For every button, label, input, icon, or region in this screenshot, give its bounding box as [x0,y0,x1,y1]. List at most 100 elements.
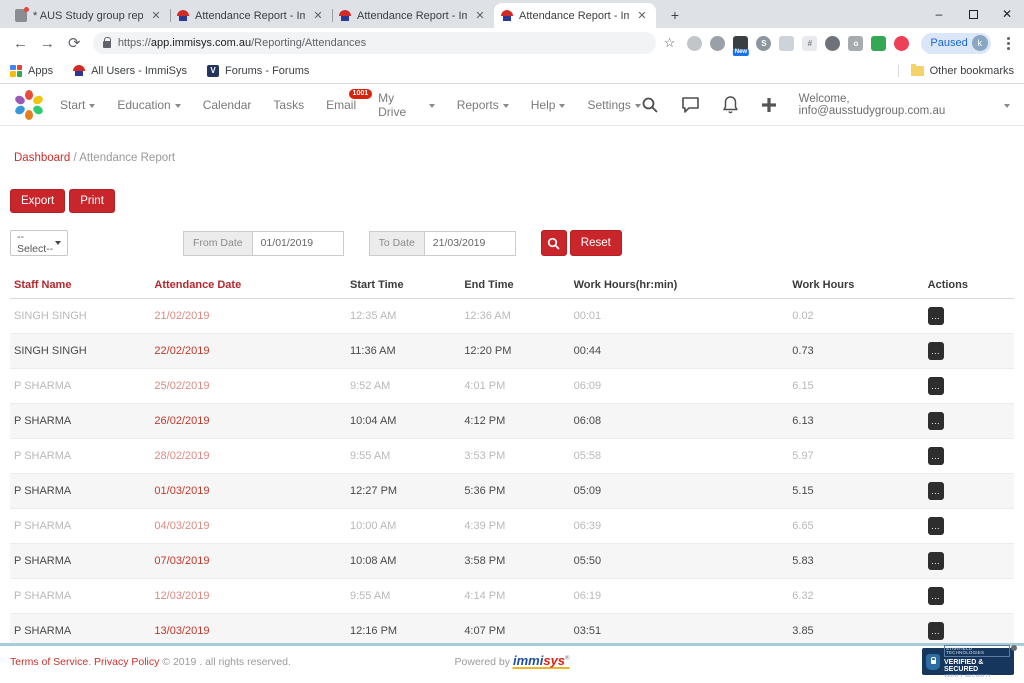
row-actions-button[interactable] [928,377,944,395]
column-header-staff-name[interactable]: Staff Name [10,272,150,299]
bookmark-forums[interactable]: V Forums - Forums [207,65,309,77]
attendance-date-cell[interactable]: 12/03/2019 [150,579,346,614]
gear-extension-icon[interactable] [825,36,840,51]
privacy-link[interactable]: Privacy Policy [94,656,159,668]
chat-icon[interactable] [681,96,700,114]
to-date-input[interactable] [424,231,516,256]
chevron-down-icon [635,104,641,108]
staff-name-cell: SINGH SINGH [10,334,150,369]
bookmark-all-users[interactable]: All Users - ImmiSys [73,65,187,77]
nav-item-start[interactable]: Start [60,98,95,112]
row-actions-button[interactable] [928,307,944,325]
back-button[interactable]: ← [8,30,33,56]
browser-tab-1[interactable]: * AUS Study group reporting tha ✕ [8,3,170,28]
attendance-table: Staff Name Attendance Date Start Time En… [10,272,1014,683]
address-bar[interactable]: https://app.immisys.com.au/Reporting/Att… [93,32,656,54]
nav-item-education[interactable]: Education [117,98,180,112]
row-actions-button[interactable] [928,587,944,605]
grid-extension-icon[interactable]: # [802,36,817,51]
bookmark-apps[interactable]: Apps [10,65,53,77]
row-actions-button[interactable] [928,447,944,465]
forward-button[interactable]: → [35,30,60,56]
browser-menu-icon[interactable] [999,34,1016,52]
tab-close-icon[interactable]: ✕ [635,9,649,23]
attendance-date-cell[interactable]: 28/02/2019 [150,439,346,474]
browser-titlebar: * AUS Study group reporting tha ✕ Attend… [0,0,1024,28]
attendance-date-cell[interactable]: 26/02/2019 [150,404,346,439]
column-header-end-time: End Time [460,272,569,299]
staff-name-cell: P SHARMA [10,439,150,474]
actions-cell [924,369,1014,404]
breadcrumb-dashboard-link[interactable]: Dashboard [14,152,70,164]
badge-verify-text: VERIFY SECURITY [944,674,1010,679]
start-time-cell: 12:27 PM [346,474,460,509]
staff-select-dropdown[interactable]: --Select-- [10,230,68,256]
nav-item-my-drive[interactable]: My Drive [378,91,435,119]
tab-close-icon[interactable]: ✕ [311,9,325,23]
nav-item-tasks[interactable]: Tasks [273,98,304,112]
row-actions-button[interactable] [928,342,944,360]
new-tab-button[interactable]: + [662,4,688,26]
table-row: P SHARMA07/03/201910:08 AM3:58 PM05:505.… [10,544,1014,579]
work-hours-hm-cell: 06:08 [570,404,789,439]
tab-close-icon[interactable]: ✕ [473,9,487,23]
row-actions-button[interactable] [928,517,944,535]
attendance-date-cell[interactable]: 21/02/2019 [150,299,346,334]
work-hours-cell: 6.13 [788,404,923,439]
powered-by-label: Powered by [455,656,510,668]
refresh-button[interactable]: ⟳ [62,30,87,56]
browser-tab-2[interactable]: Attendance Report - ImmiSys ✕ [170,3,332,28]
attendance-date-cell[interactable]: 07/03/2019 [150,544,346,579]
attendance-date-cell[interactable]: 25/02/2019 [150,369,346,404]
document-extension-icon[interactable] [779,36,794,51]
profile-pill[interactable]: Paused k [921,33,990,54]
column-header-attendance-date[interactable]: Attendance Date [150,272,346,299]
row-actions-button[interactable] [928,552,944,570]
export-button[interactable]: Export [10,189,65,213]
print-button[interactable]: Print [69,189,115,213]
nav-item-reports[interactable]: Reports [457,98,509,112]
row-actions-button[interactable] [928,412,944,430]
search-icon[interactable] [641,96,659,114]
page-content: Dashboard / Attendance Report Export Pri… [0,126,1024,683]
start-time-cell: 9:52 AM [346,369,460,404]
row-actions-button[interactable] [928,482,944,500]
tab-close-icon[interactable]: ✕ [149,9,163,23]
search-icon [547,237,560,250]
browser-tab-3[interactable]: Attendance Report - ImmiSys ✕ [332,3,494,28]
verified-secured-badge[interactable]: STARFIELD TECHNOLOGIES VERIFIED & SECURE… [922,648,1014,675]
dark-new-extension-icon[interactable]: New [733,36,748,51]
search-button[interactable] [541,230,567,256]
phone-green-extension-icon[interactable] [871,36,886,51]
table-row: P SHARMA01/03/201912:27 PM5:36 PM05:095.… [10,474,1014,509]
nav-item-calendar[interactable]: Calendar [203,98,252,112]
nav-item-email[interactable]: Email1001 [326,98,356,112]
camera-extension-icon[interactable]: o [848,36,863,51]
nav-item-settings[interactable]: Settings [587,98,640,112]
skype-extension-icon[interactable]: S [756,36,771,51]
attendance-date-cell[interactable]: 01/03/2019 [150,474,346,509]
chevron-down-icon [559,104,565,108]
restore-button[interactable] [956,0,990,28]
sphere-extension-icon[interactable] [687,36,702,51]
site-logo[interactable] [14,90,44,120]
sync-status-label: Paused [930,37,967,49]
minimize-button[interactable]: – [922,0,956,28]
add-plus-icon[interactable] [761,97,777,113]
from-date-input[interactable] [252,231,344,256]
attendance-date-cell[interactable]: 22/02/2019 [150,334,346,369]
other-bookmarks[interactable]: Other bookmarks [898,65,1014,77]
work-hours-cell: 0.73 [788,334,923,369]
browser-tab-4-active[interactable]: Attendance Report - ImmiSys ✕ [494,3,656,28]
bookmark-star-icon[interactable]: ☆ [664,35,676,51]
account-menu[interactable]: Welcome, info@ausstudygroup.com.au [799,93,1010,117]
terms-link[interactable]: Terms of Service [10,656,88,668]
nav-item-help[interactable]: Help [531,98,566,112]
reset-button[interactable]: Reset [570,230,622,256]
attendance-date-cell[interactable]: 04/03/2019 [150,509,346,544]
row-actions-button[interactable] [928,622,944,640]
notifications-bell-icon[interactable] [722,95,739,114]
close-window-button[interactable]: ✕ [990,0,1024,28]
recycle-extension-icon[interactable] [710,36,725,51]
pocket-extension-icon[interactable] [894,36,909,51]
